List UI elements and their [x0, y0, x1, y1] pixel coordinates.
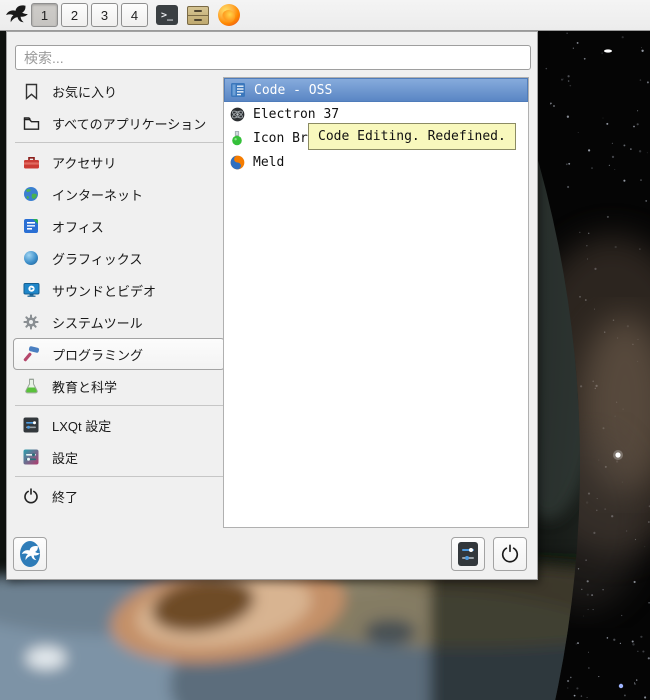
sphere-icon: [22, 249, 40, 267]
power-icon: [501, 544, 519, 563]
sidebar-item-label: LXQt 設定: [52, 418, 112, 434]
sidebar-item-label: 設定: [52, 450, 79, 466]
lxqt-bird-icon: [20, 541, 40, 567]
sidebar-item-system-tools[interactable]: システムツール: [13, 306, 225, 338]
sidebar-item-lxqt-settings[interactable]: LXQt 設定: [13, 409, 225, 441]
settings-icon: [22, 448, 40, 466]
sliders-icon: [458, 542, 478, 566]
application-menu: お気に入り すべてのアプリケーション アクセサリ インターネット オフィス: [6, 31, 538, 580]
folder-icon: [22, 114, 40, 132]
taskbar: 1 2 3 4 >_: [0, 0, 650, 31]
monitor-play-icon: [22, 281, 40, 299]
app-item-meld[interactable]: Meld: [224, 150, 528, 174]
sidebar-item-label: お気に入り: [52, 84, 118, 100]
sidebar-item-label: すべてのアプリケーション: [52, 116, 207, 132]
search-input[interactable]: [15, 45, 531, 70]
lxqt-settings-icon: [22, 416, 40, 434]
workspace-button-4[interactable]: 4: [121, 3, 148, 27]
sidebar-item-programming[interactable]: プログラミング: [13, 338, 225, 370]
sidebar-item-leave[interactable]: 終了: [13, 480, 225, 512]
sidebar-item-accessories[interactable]: アクセサリ: [13, 146, 225, 178]
sidebar-separator: [15, 405, 223, 406]
category-sidebar: お気に入り すべてのアプリケーション アクセサリ インターネット オフィス グラ…: [13, 75, 225, 512]
sidebar-item-label: サウンドとビデオ: [52, 283, 157, 299]
sidebar-item-sound-video[interactable]: サウンドとビデオ: [13, 274, 225, 306]
sidebar-item-label: オフィス: [52, 219, 104, 235]
lxqt-bird-icon[interactable]: [4, 3, 28, 27]
code-oss-icon: [230, 82, 246, 98]
firefox-icon[interactable]: [217, 3, 241, 27]
sidebar-separator: [15, 142, 223, 143]
sidebar-item-label: インターネット: [52, 187, 144, 203]
workspace-button-3[interactable]: 3: [91, 3, 118, 27]
sidebar-item-label: グラフィックス: [52, 251, 143, 267]
flask-icon: [22, 377, 40, 395]
sidebar-item-label: プログラミング: [52, 347, 144, 363]
power-icon: [22, 487, 40, 505]
app-item-label: Code - OSS: [254, 82, 333, 98]
sidebar-item-internet[interactable]: インターネット: [13, 178, 225, 210]
terminal-icon[interactable]: >_: [155, 3, 179, 27]
hammer-icon: [22, 345, 40, 363]
globe-icon: [22, 185, 40, 203]
power-button[interactable]: [493, 537, 527, 571]
sidebar-item-label: アクセサリ: [52, 155, 117, 171]
sidebar-item-graphics[interactable]: グラフィックス: [13, 242, 225, 274]
app-item-label: Meld: [253, 154, 285, 170]
electron-icon: [229, 106, 245, 122]
sidebar-item-settings[interactable]: 設定: [13, 441, 225, 473]
sidebar-item-education-science[interactable]: 教育と科学: [13, 370, 225, 402]
sidebar-item-favorites[interactable]: お気に入り: [13, 75, 225, 107]
file-cabinet-icon[interactable]: [186, 3, 210, 27]
app-item-label: Electron 37: [253, 106, 340, 122]
app-item-code-oss[interactable]: Code - OSS: [224, 78, 528, 102]
leave-options-button[interactable]: [451, 537, 485, 571]
sidebar-item-office[interactable]: オフィス: [13, 210, 225, 242]
gear-icon: [22, 313, 40, 331]
bookmark-icon: [22, 82, 40, 100]
tooltip: Code Editing. Redefined.: [308, 123, 516, 150]
toolbox-icon: [22, 153, 40, 171]
sidebar-item-label: 教育と科学: [52, 379, 118, 395]
sidebar-item-all-applications[interactable]: すべてのアプリケーション: [13, 107, 225, 139]
sidebar-item-label: 終了: [52, 489, 79, 505]
lxqt-about-button[interactable]: [13, 537, 47, 571]
potion-icon: [229, 130, 245, 146]
sidebar-separator: [15, 476, 223, 477]
meld-icon: [229, 154, 245, 170]
workspace-button-2[interactable]: 2: [61, 3, 88, 27]
office-icon: [22, 217, 40, 235]
workspace-button-1[interactable]: 1: [31, 3, 58, 27]
sidebar-item-label: システムツール: [52, 315, 143, 331]
